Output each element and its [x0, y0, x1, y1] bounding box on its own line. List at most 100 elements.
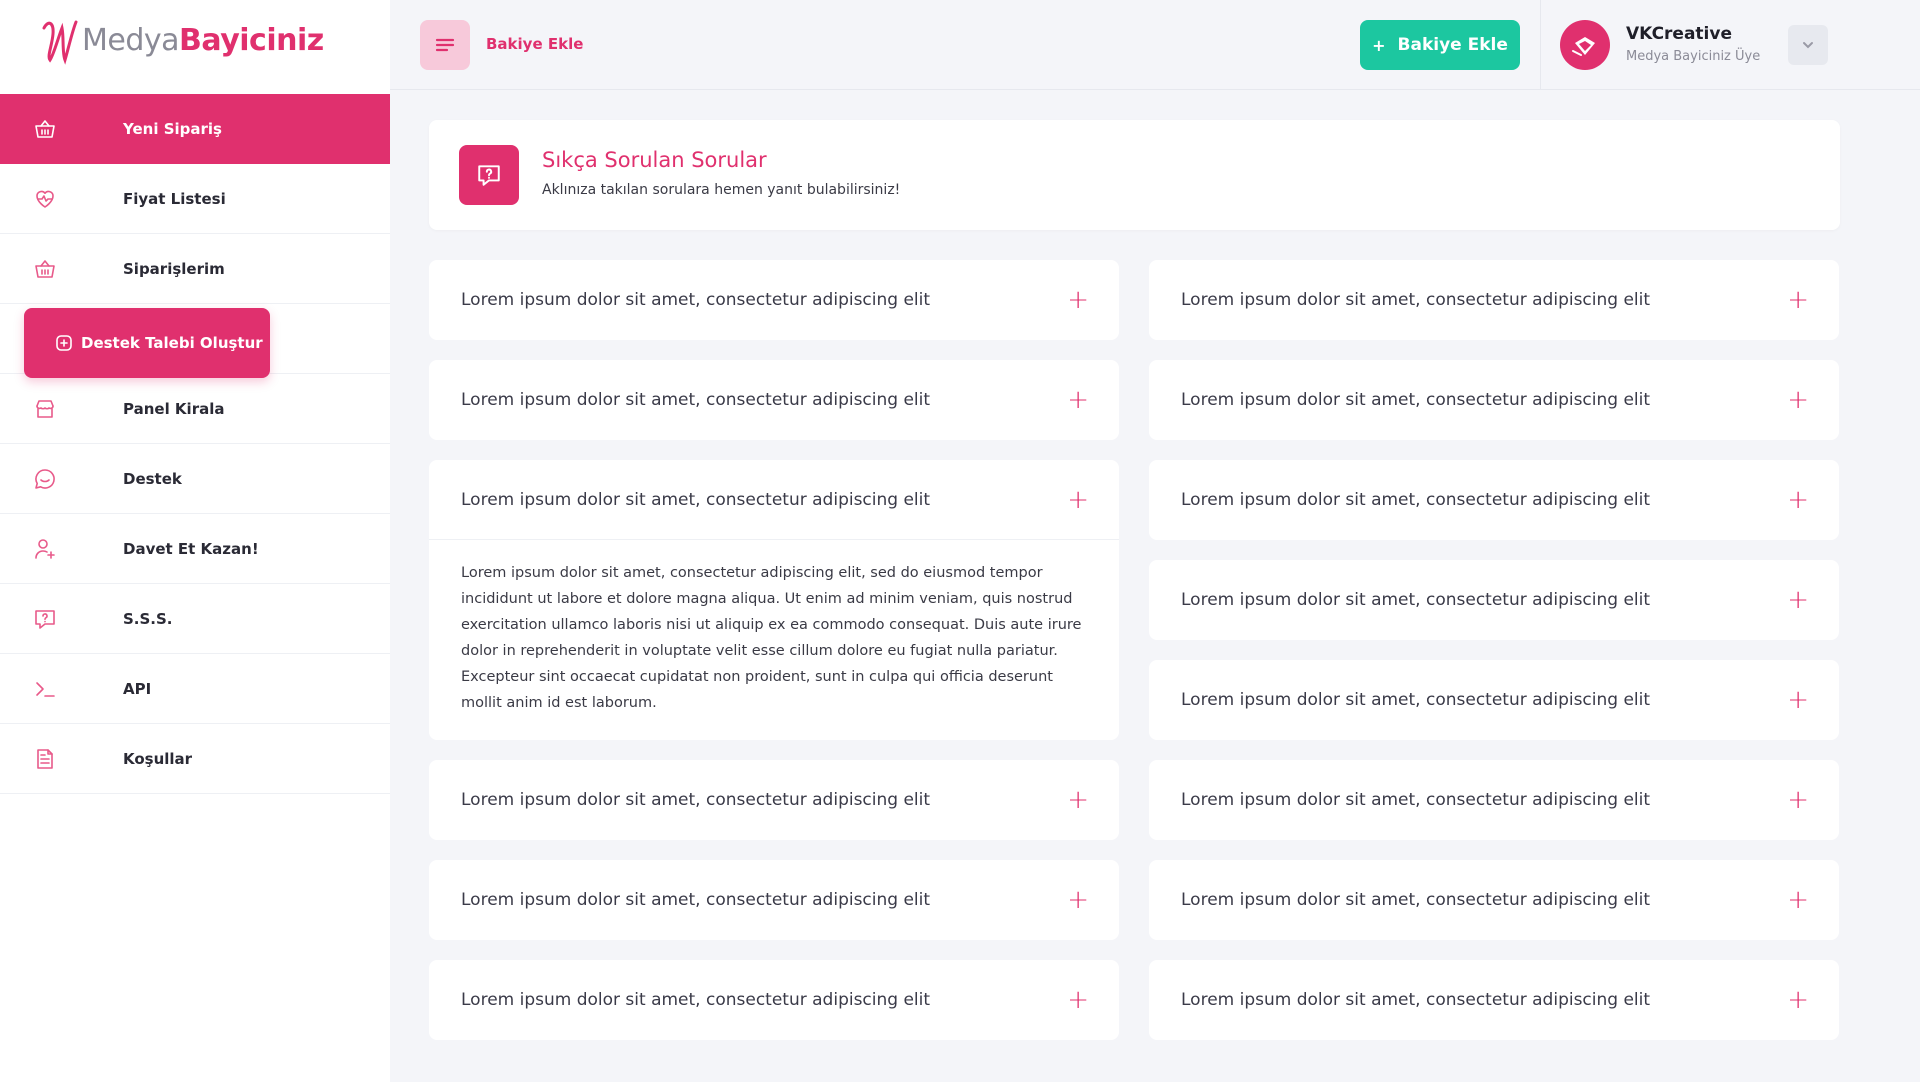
chat-bubble-icon [33, 467, 57, 491]
faq-question-toggle[interactable]: Lorem ipsum dolor sit amet, consectetur … [1149, 960, 1839, 1040]
faq-item: Lorem ipsum dolor sit amet, consectetur … [429, 360, 1119, 440]
faq-question-text: Lorem ipsum dolor sit amet, consectetur … [1181, 490, 1651, 510]
store-icon [33, 397, 57, 421]
page-subtitle: Aklınıza takılan sorulara hemen yanıt bu… [542, 182, 901, 198]
faq-question-text: Lorem ipsum dolor sit amet, consectetur … [1181, 390, 1651, 410]
sidebar-item-label: Siparişlerim [123, 259, 225, 278]
question-message-icon [33, 607, 57, 631]
user-avatar-icon [1572, 37, 1595, 56]
user-name: VKCreative [1626, 24, 1732, 44]
add-balance-link[interactable]: Bakiye Ekle [486, 35, 583, 53]
plus-icon: + [1787, 885, 1809, 915]
faq-question-toggle[interactable]: Lorem ipsum dolor sit amet, consectetur … [429, 460, 1119, 540]
sidebar-item-label: Fiyat Listesi [123, 189, 226, 208]
add-balance-button-label: Bakiye Ekle [1397, 35, 1508, 55]
document-icon [33, 747, 57, 771]
sidebar-item-label: Davet Et Kazan! [123, 539, 259, 558]
faq-item: Lorem ipsum dolor sit amet, consectetur … [429, 760, 1119, 840]
topbar-divider [1540, 0, 1541, 90]
faq-question-toggle[interactable]: Lorem ipsum dolor sit amet, consectetur … [1149, 860, 1839, 940]
sidebar-item-label: Yeni Sipariş [123, 120, 222, 138]
sidebar-item-label: Panel Kirala [123, 399, 225, 418]
plus-icon: + [1787, 785, 1809, 815]
sidebar-nav: Yeni Sipariş Fiyat Listesi Siparişlerim … [0, 94, 390, 794]
add-balance-button[interactable]: + Bakiye Ekle [1360, 20, 1520, 70]
create-support-ticket-button[interactable]: Destek Talebi Oluştur [24, 308, 270, 378]
basket-icon [33, 117, 57, 141]
plus-icon: + [1787, 985, 1809, 1015]
faq-question-text: Lorem ipsum dolor sit amet, consectetur … [461, 390, 931, 410]
sidebar-item-kosullar[interactable]: Koşullar [0, 724, 390, 794]
faq-item: Lorem ipsum dolor sit amet, consectetur … [1149, 460, 1839, 540]
faq-question-text: Lorem ipsum dolor sit amet, consectetur … [461, 790, 931, 810]
user-role: Medya Bayiciniz Üye [1626, 49, 1761, 64]
sidebar-item-label: Koşullar [123, 749, 193, 768]
faq-question-text: Lorem ipsum dolor sit amet, consectetur … [1181, 290, 1651, 310]
faq-item: Lorem ipsum dolor sit amet, consectetur … [1149, 760, 1839, 840]
sidebar-item-destek[interactable]: Destek [0, 444, 390, 514]
faq-question-toggle[interactable]: Lorem ipsum dolor sit amet, consectetur … [1149, 660, 1839, 740]
sidebar-item-davet-et-kazan[interactable]: Davet Et Kazan! [0, 514, 390, 584]
plus-icon: + [1067, 885, 1089, 915]
sidebar-item-label: API [123, 679, 152, 698]
plus-icon: + [1067, 484, 1089, 515]
user-menu-dropdown[interactable] [1788, 25, 1828, 65]
faq-item: Lorem ipsum dolor sit amet, consectetur … [1149, 860, 1839, 940]
plus-icon: + [1067, 285, 1089, 315]
faq-item: Lorem ipsum dolor sit amet, consectetur … [1149, 360, 1839, 440]
topbar: Bakiye Ekle + Bakiye Ekle VKCreative Med… [390, 0, 1920, 90]
faq-item: Lorem ipsum dolor sit amet, consectetur … [1149, 260, 1839, 340]
create-support-ticket-label: Destek Talebi Oluştur [81, 334, 263, 352]
plus-icon: + [1787, 285, 1809, 315]
faq-question-toggle[interactable]: Lorem ipsum dolor sit amet, consectetur … [1149, 260, 1839, 340]
faq-question-toggle[interactable]: Lorem ipsum dolor sit amet, consectetur … [429, 360, 1119, 440]
faq-item: Lorem ipsum dolor sit amet, consectetur … [1149, 560, 1839, 640]
plus-icon: + [1787, 685, 1809, 715]
faq-item: Lorem ipsum dolor sit amet, consectetur … [429, 860, 1119, 940]
sidebar: MedyaBayiciniz Yeni Sipariş Fiyat Listes… [0, 0, 390, 1082]
plus-icon: + [1067, 985, 1089, 1015]
user-plus-icon [33, 537, 57, 561]
faq-question-text: Lorem ipsum dolor sit amet, consectetur … [1181, 890, 1651, 910]
faq-question-toggle[interactable]: Lorem ipsum dolor sit amet, consectetur … [1149, 760, 1839, 840]
faq-question-text: Lorem ipsum dolor sit amet, consectetur … [1181, 990, 1651, 1010]
plus-icon: + [1067, 385, 1089, 415]
plus-icon: + [1372, 35, 1386, 55]
faq-question-toggle[interactable]: Lorem ipsum dolor sit amet, consectetur … [1149, 560, 1839, 640]
sidebar-item-label: Destek [123, 469, 182, 488]
sidebar-item-api[interactable]: API [0, 654, 390, 724]
plus-square-icon [56, 335, 72, 351]
chevron-down-icon [1803, 42, 1813, 49]
menu-toggle-button[interactable] [420, 20, 470, 70]
plus-icon: + [1787, 585, 1809, 615]
faq-item: Lorem ipsum dolor sit amet, consectetur … [1149, 960, 1839, 1040]
brand-logo[interactable]: MedyaBayiciniz [38, 10, 324, 70]
faq-item-expanded: Lorem ipsum dolor sit amet, consectetur … [429, 460, 1119, 740]
faq-column-right: Lorem ipsum dolor sit amet, consectetur … [1149, 260, 1839, 1060]
faq-item: Lorem ipsum dolor sit amet, consectetur … [1149, 660, 1839, 740]
faq-item: Lorem ipsum dolor sit amet, consectetur … [429, 960, 1119, 1040]
faq-question-toggle[interactable]: Lorem ipsum dolor sit amet, consectetur … [1149, 360, 1839, 440]
plus-icon: + [1067, 785, 1089, 815]
sidebar-item-panel-kirala[interactable]: Panel Kirala [0, 374, 390, 444]
faq-question-toggle[interactable]: Lorem ipsum dolor sit amet, consectetur … [1149, 460, 1839, 540]
faq-question-text: Lorem ipsum dolor sit amet, consectetur … [1181, 590, 1651, 610]
faq-question-toggle[interactable]: Lorem ipsum dolor sit amet, consectetur … [429, 860, 1119, 940]
heart-pulse-icon [33, 187, 57, 211]
sidebar-item-yeni-siparis[interactable]: Yeni Sipariş [0, 94, 390, 164]
faq-question-text: Lorem ipsum dolor sit amet, consectetur … [461, 990, 931, 1010]
faq-question-toggle[interactable]: Lorem ipsum dolor sit amet, consectetur … [429, 760, 1119, 840]
plus-icon: + [1787, 485, 1809, 515]
avatar[interactable] [1560, 20, 1610, 70]
sidebar-item-sss[interactable]: S.S.S. [0, 584, 390, 654]
faq-question-text: Lorem ipsum dolor sit amet, consectetur … [461, 290, 931, 310]
sidebar-item-siparislerim[interactable]: Siparişlerim [0, 234, 390, 304]
sidebar-item-fiyat-listesi[interactable]: Fiyat Listesi [0, 164, 390, 234]
page-title: Sıkça Sorulan Sorular [542, 148, 767, 172]
faq-question-toggle[interactable]: Lorem ipsum dolor sit amet, consectetur … [429, 260, 1119, 340]
faq-question-toggle[interactable]: Lorem ipsum dolor sit amet, consectetur … [429, 960, 1119, 1040]
faq-header-card: Sıkça Sorulan Sorular Aklınıza takılan s… [429, 120, 1840, 230]
question-message-icon [459, 145, 519, 205]
faq-column-left: Lorem ipsum dolor sit amet, consectetur … [429, 260, 1119, 1060]
sidebar-item-destek-talebi-row: Destek Talebi Oluştur [0, 304, 390, 378]
